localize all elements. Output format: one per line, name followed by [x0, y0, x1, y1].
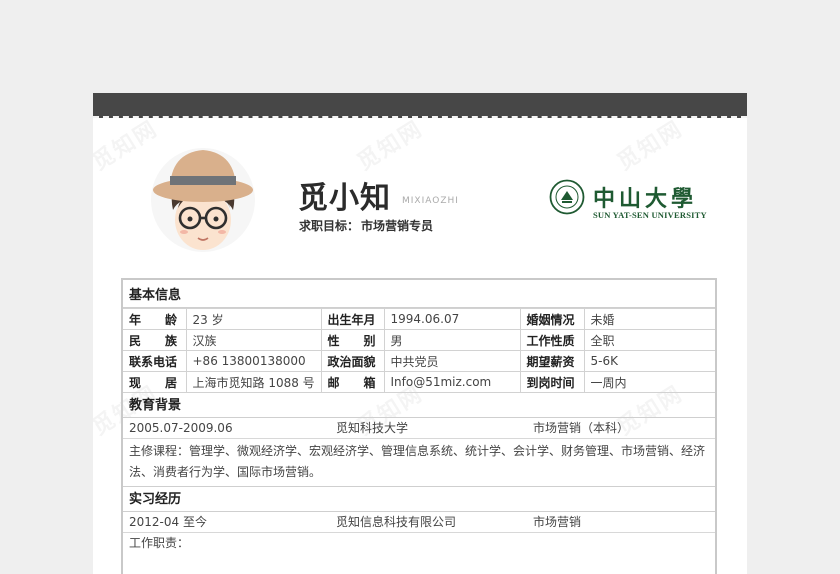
info-value: +86 13800138000 [185, 350, 322, 372]
info-value: 未婚 [583, 308, 715, 330]
info-label: 婚姻情况 [519, 308, 585, 330]
info-value: 一周内 [583, 371, 715, 393]
basic-info-table: 年 龄 23 岁出生年月 1994.06.07 婚姻情况 未婚民 族汉族性 别男工作性质… [123, 308, 715, 393]
education-major: 市场营销（本科） [533, 421, 630, 435]
info-label: 出生年月 [320, 308, 385, 330]
basic-info-row: 联系电话 +86 13800138000 政治面貌 中共党员 期望薪资 5-6K [123, 350, 715, 372]
info-label: 民 族 [123, 329, 187, 351]
info-value: 全职 [583, 329, 715, 351]
avatar [151, 148, 255, 252]
info-value: 23 岁 [185, 308, 322, 330]
info-value: 男 [383, 329, 521, 351]
basic-info-row: 民 族汉族性 别男工作性质 全职 [123, 329, 715, 351]
candidate-pinyin: MIXIAOZHI [402, 196, 459, 206]
internship-company: 觅知信息科技有限公司 [336, 515, 457, 529]
info-label: 期望薪资 [519, 350, 585, 372]
info-label: 工作性质 [519, 329, 585, 351]
info-value: 1994.06.07 [383, 308, 521, 330]
section-title-basic: 基本信息 [123, 285, 715, 308]
info-value: 5-6K [583, 350, 715, 372]
section-title-education: 教育背景 [123, 395, 715, 418]
basic-info-row: 年 龄 23 岁出生年月 1994.06.07 婚姻情况 未婚 [123, 308, 715, 330]
info-value: 上海市觅知路 1088 号 [185, 371, 322, 393]
info-label: 到岗时间 [519, 371, 585, 393]
info-label: 政治面貌 [320, 350, 385, 372]
resume-page: 觅小知 MIXIAOZHI 求职目标： 市场营销专员 中山大學 SUN YAT-S… [93, 93, 747, 574]
education-school: 觅知科技大学 [336, 421, 409, 435]
university-seal-icon [549, 179, 585, 215]
info-value: 中共党员 [383, 350, 521, 372]
info-label: 现 居 [123, 371, 187, 393]
education-period: 2005.07-2009.06 [129, 421, 233, 435]
info-label: 联系电话 [123, 350, 187, 372]
section-title-internship: 实习经历 [123, 489, 715, 512]
info-value: Info@51miz.com [383, 371, 521, 393]
education-courses: 主修课程：管理学、微观经济学、宏观经济学、管理信息系统、统计学、会计学、财务管理… [123, 439, 715, 487]
watermark: 觅知网 [350, 111, 428, 176]
internship-duty-label: 工作职责： [129, 536, 190, 550]
top-bar [93, 93, 747, 118]
resume-content: 基本信息 年 龄 23 岁出生年月 1994.06.07 婚姻情况 未婚民 族汉族性 别… [121, 278, 717, 574]
watermark: 觅知网 [610, 111, 688, 176]
internship-row: 2012-04 至今 觅知信息科技有限公司 市场营销 [123, 512, 715, 533]
education-row: 2005.07-2009.06 觅知科技大学 市场营销（本科） [123, 418, 715, 439]
info-value: 汉族 [185, 329, 322, 351]
basic-info-row: 现 居上海市觅知路 1088 号邮 箱 Info@51miz.com 到岗时间 一周内 [123, 371, 715, 393]
university-logo-subtitle: SUN YAT-SEN UNIVERSITY [593, 210, 707, 220]
candidate-name: 觅小知 [298, 181, 391, 216]
internship-period: 2012-04 至今 [129, 515, 207, 529]
internship-role: 市场营销 [533, 515, 582, 529]
objective-label: 求职目标： [299, 219, 360, 233]
info-label: 年 龄 [123, 308, 187, 330]
info-label: 性 别 [320, 329, 385, 351]
info-label: 邮 箱 [320, 371, 385, 393]
university-logo-text: 中山大學 [593, 186, 698, 212]
objective-value: 市场营销专员 [361, 219, 434, 233]
job-objective: 求职目标： 市场营销专员 [299, 217, 433, 234]
